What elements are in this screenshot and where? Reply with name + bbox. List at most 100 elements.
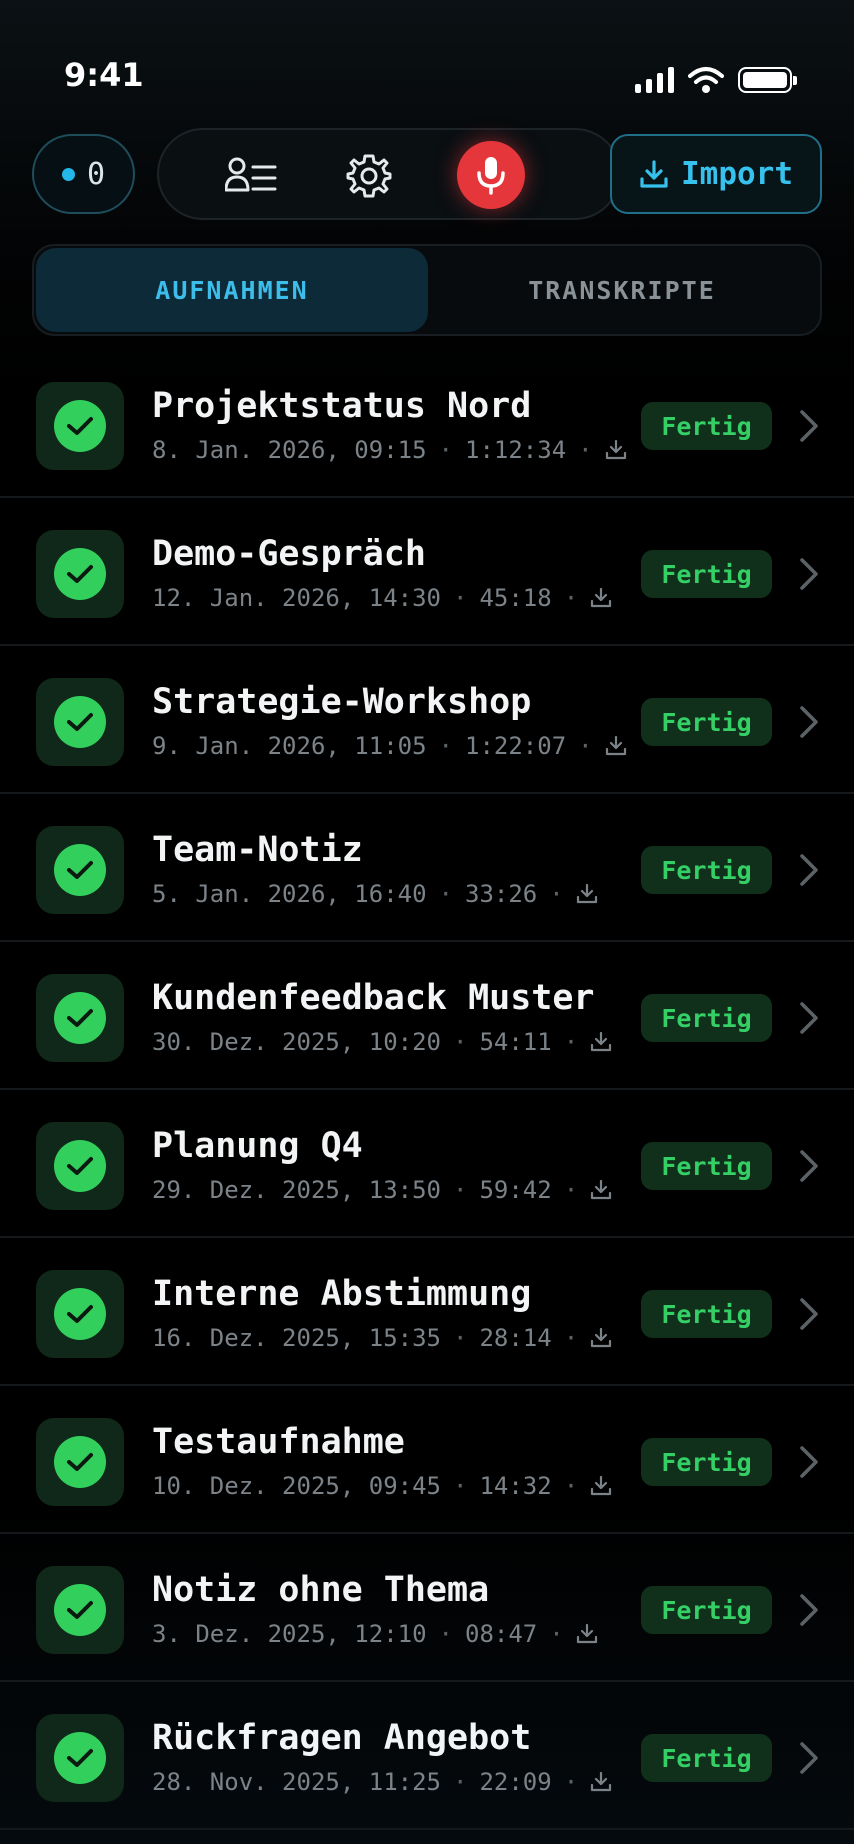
recording-date: 30. Dez. 2025, 10:20 bbox=[152, 1028, 441, 1056]
meta-separator: · bbox=[452, 1176, 468, 1204]
recording-title: Testaufnahme bbox=[152, 1422, 405, 1462]
status-icon-box bbox=[36, 530, 124, 618]
recording-duration: 1:22:07 bbox=[465, 732, 567, 760]
recording-row[interactable]: Demo-Gespräch 12. Jan. 2026, 14:30 · 45:… bbox=[0, 498, 854, 646]
recording-date: 9. Jan. 2026, 11:05 bbox=[152, 732, 427, 760]
queue-counter[interactable]: 0 bbox=[32, 134, 135, 214]
status-time: 9:41 bbox=[64, 56, 144, 94]
chevron-right-icon[interactable] bbox=[797, 1296, 821, 1332]
recording-duration: 1:12:34 bbox=[465, 436, 567, 464]
recording-duration: 08:47 bbox=[465, 1620, 538, 1648]
meta-separator: · bbox=[452, 1768, 468, 1796]
recording-meta: 3. Dez. 2025, 12:10 · 08:47 · bbox=[152, 1620, 598, 1648]
download-icon[interactable] bbox=[590, 587, 612, 609]
download-icon[interactable] bbox=[590, 1771, 612, 1793]
chevron-right-icon[interactable] bbox=[797, 1740, 821, 1776]
status-badge: Fertig bbox=[641, 402, 772, 450]
download-icon[interactable] bbox=[590, 1475, 612, 1497]
recording-date: 29. Dez. 2025, 13:50 bbox=[152, 1176, 441, 1204]
recording-date: 10. Dez. 2025, 09:45 bbox=[152, 1472, 441, 1500]
recording-row[interactable]: Notiz ohne Thema 3. Dez. 2025, 12:10 · 0… bbox=[0, 1534, 854, 1682]
recording-meta: 30. Dez. 2025, 10:20 · 54:11 · bbox=[152, 1028, 612, 1056]
download-icon[interactable] bbox=[576, 883, 598, 905]
recording-duration: 14:32 bbox=[479, 1472, 552, 1500]
chevron-right-icon[interactable] bbox=[797, 1592, 821, 1628]
chevron-right-icon[interactable] bbox=[797, 556, 821, 592]
recording-meta: 16. Dez. 2025, 15:35 · 28:14 · bbox=[152, 1324, 612, 1352]
checkmark-circle-icon bbox=[54, 992, 106, 1044]
recording-row[interactable]: Interne Abstimmung 16. Dez. 2025, 15:35 … bbox=[0, 1238, 854, 1386]
tab-transcripts[interactable]: TRANSKRIPTE bbox=[426, 248, 818, 332]
settings-button[interactable] bbox=[337, 144, 401, 208]
recording-row[interactable]: Kundenfeedback Muster 30. Dez. 2025, 10:… bbox=[0, 942, 854, 1090]
download-icon[interactable] bbox=[576, 1623, 598, 1645]
chevron-right-icon[interactable] bbox=[797, 852, 821, 888]
chevron-right-icon[interactable] bbox=[797, 1148, 821, 1184]
recording-row[interactable]: Planung Q4 29. Dez. 2025, 13:50 · 59:42 … bbox=[0, 1090, 854, 1238]
checkmark-circle-icon bbox=[54, 1140, 106, 1192]
recording-duration: 22:09 bbox=[479, 1768, 552, 1796]
meta-separator: · bbox=[563, 1768, 579, 1796]
recording-row[interactable]: Strategie-Workshop 9. Jan. 2026, 11:05 ·… bbox=[0, 646, 854, 794]
checkmark-icon bbox=[67, 417, 93, 435]
checkmark-icon bbox=[67, 1601, 93, 1619]
toolbar: 0 Import bbox=[32, 128, 822, 220]
recording-duration: 45:18 bbox=[479, 584, 552, 612]
download-icon[interactable] bbox=[590, 1031, 612, 1053]
recording-title: Planung Q4 bbox=[152, 1126, 363, 1166]
checkmark-circle-icon bbox=[54, 1436, 106, 1488]
download-icon[interactable] bbox=[590, 1179, 612, 1201]
meta-separator: · bbox=[578, 732, 593, 760]
recording-row[interactable]: Testaufnahme 10. Dez. 2025, 09:45 · 14:3… bbox=[0, 1386, 854, 1534]
import-button[interactable]: Import bbox=[610, 134, 822, 214]
checkmark-icon bbox=[67, 861, 93, 879]
recording-meta: 12. Jan. 2026, 14:30 · 45:18 · bbox=[152, 584, 612, 612]
chevron-right-icon[interactable] bbox=[797, 704, 821, 740]
download-icon[interactable] bbox=[590, 1327, 612, 1349]
meta-separator: · bbox=[578, 436, 593, 464]
tab-recordings[interactable]: AUFNAHMEN bbox=[36, 248, 428, 332]
recording-row[interactable]: Team-Notiz 5. Jan. 2026, 16:40 · 33:26 ·… bbox=[0, 794, 854, 942]
recording-duration: 59:42 bbox=[479, 1176, 552, 1204]
meta-separator: · bbox=[452, 1472, 468, 1500]
chevron-right-icon[interactable] bbox=[797, 1444, 821, 1480]
battery-icon bbox=[738, 67, 797, 93]
import-label: Import bbox=[681, 156, 793, 192]
download-icon[interactable] bbox=[605, 735, 627, 757]
meta-separator: · bbox=[452, 1324, 468, 1352]
recording-title: Projektstatus Nord bbox=[152, 386, 532, 426]
recording-meta: 9. Jan. 2026, 11:05 · 1:22:07 · bbox=[152, 732, 627, 760]
checkmark-circle-icon bbox=[54, 1732, 106, 1784]
chevron-right-icon[interactable] bbox=[797, 1000, 821, 1036]
meta-separator: · bbox=[438, 436, 453, 464]
recording-meta: 10. Dez. 2025, 09:45 · 14:32 · bbox=[152, 1472, 612, 1500]
checkmark-circle-icon bbox=[54, 548, 106, 600]
counter-value: 0 bbox=[86, 156, 106, 192]
download-icon[interactable] bbox=[605, 439, 627, 461]
recording-title: Team-Notiz bbox=[152, 830, 363, 870]
meta-separator: · bbox=[563, 1176, 579, 1204]
recording-row[interactable]: Projektstatus Nord 8. Jan. 2026, 09:15 ·… bbox=[0, 350, 854, 498]
meta-separator: · bbox=[452, 1028, 468, 1056]
contacts-list-button[interactable] bbox=[219, 144, 283, 208]
recording-duration: 54:11 bbox=[479, 1028, 552, 1056]
status-icon-box bbox=[36, 678, 124, 766]
status-bar: 9:41 bbox=[0, 0, 854, 120]
status-badge: Fertig bbox=[641, 994, 772, 1042]
recording-title: Strategie-Workshop bbox=[152, 682, 532, 722]
status-badge: Fertig bbox=[641, 1734, 772, 1782]
status-icon-box bbox=[36, 826, 124, 914]
recording-duration: 28:14 bbox=[479, 1324, 552, 1352]
recording-title: Interne Abstimmung bbox=[152, 1274, 532, 1314]
recording-row[interactable]: Rückfragen Angebot 28. Nov. 2025, 11:25 … bbox=[0, 1682, 854, 1830]
checkmark-circle-icon bbox=[54, 844, 106, 896]
chevron-right-icon[interactable] bbox=[797, 408, 821, 444]
recording-meta: 8. Jan. 2026, 09:15 · 1:12:34 · bbox=[152, 436, 627, 464]
status-icon-box bbox=[36, 1122, 124, 1210]
meta-separator: · bbox=[452, 584, 468, 612]
microphone-icon bbox=[477, 157, 505, 195]
record-button[interactable] bbox=[457, 141, 525, 209]
meta-separator: · bbox=[563, 1472, 579, 1500]
checkmark-icon bbox=[67, 1157, 93, 1175]
recording-meta: 29. Dez. 2025, 13:50 · 59:42 · bbox=[152, 1176, 612, 1204]
